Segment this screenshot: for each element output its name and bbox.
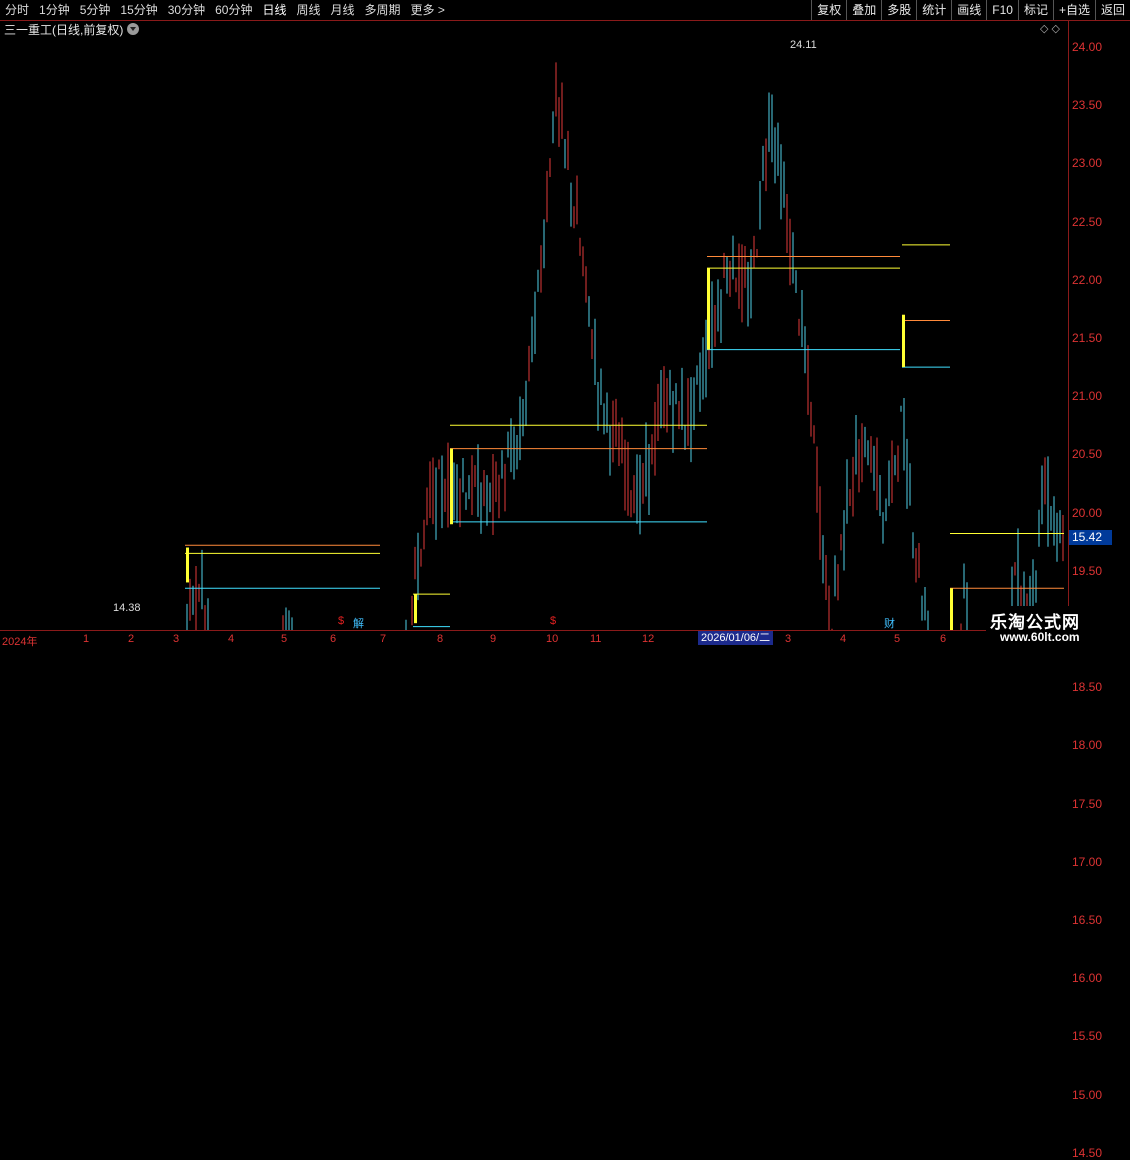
toolbar-button[interactable]: 多股 xyxy=(881,0,916,20)
time-tick-label: 10 xyxy=(546,633,559,645)
period-tab[interactable]: 5分钟 xyxy=(75,0,116,20)
breakout-bar xyxy=(902,314,905,368)
time-tick-label: 6 xyxy=(940,633,947,645)
period-tab[interactable]: 日线 xyxy=(257,0,291,20)
time-tick-label: 5 xyxy=(894,633,901,645)
price-tick-label: 22.00 xyxy=(1072,272,1103,287)
price-tick-label: 16.00 xyxy=(1072,971,1103,986)
toolbar-button[interactable]: 画线 xyxy=(951,0,986,20)
event-marker[interactable]: 财 xyxy=(884,615,895,631)
price-tick-label: 18.00 xyxy=(1072,738,1103,753)
price-tick-label: 16.50 xyxy=(1072,913,1103,927)
time-tick-label: 1 xyxy=(83,633,90,645)
period-toolbar: 分时 1分钟 5分钟 15分钟 30分钟 60分钟 日线 周线 月线 多周期 更多 > 复权 叠加 多股… xyxy=(0,0,1130,21)
event-marker[interactable]: 解 xyxy=(353,615,364,631)
price-tick-label: 23.50 xyxy=(1072,98,1103,113)
period-tab[interactable]: 30分钟 xyxy=(163,0,210,20)
price-tick-label: 24.00 xyxy=(1072,40,1103,54)
time-tick-label: 2024年 xyxy=(2,636,38,648)
period-tab[interactable]: 分时 xyxy=(0,0,34,20)
time-tick-label: 6 xyxy=(330,633,337,645)
breakout-bar xyxy=(186,547,189,583)
price-tick-label: 20.00 xyxy=(1072,505,1103,520)
time-tick-label: 7 xyxy=(380,633,387,645)
breakout-bar xyxy=(707,268,710,350)
period-tabs: 分时 1分钟 5分钟 15分钟 30分钟 60分钟 日线 周线 月线 多周期 更多 > xyxy=(0,0,450,20)
toolbar-button[interactable]: 叠加 xyxy=(846,0,881,20)
kline-chart[interactable] xyxy=(0,20,1068,630)
toolbar-button[interactable]: 标记 xyxy=(1017,0,1053,20)
toolbar-buttons: 复权 叠加 多股 统计 画线 F10 标记 +自选 返回 xyxy=(811,0,1130,20)
time-tick-label: 8 xyxy=(437,633,444,645)
time-tick-label: 12 xyxy=(642,633,655,645)
period-tab[interactable]: 周线 xyxy=(291,0,325,20)
breakout-bar xyxy=(450,448,453,525)
period-tab[interactable]: 60分钟 xyxy=(210,0,257,20)
time-tick-label: 4 xyxy=(840,633,847,645)
time-tick-label: 3 xyxy=(173,633,180,645)
price-tick-label: 15.00 xyxy=(1072,1087,1103,1102)
current-price-badge: 15.42 xyxy=(1069,530,1112,545)
date-cursor-label: 2026/01/06/二 xyxy=(698,631,774,645)
watermark: 乐淘公式网 www.60lt.com xyxy=(986,606,1130,650)
price-tick-label: 21.50 xyxy=(1072,331,1103,345)
high-price-label: 24.11 xyxy=(790,39,817,51)
toolbar-button[interactable]: 统计 xyxy=(916,0,951,20)
price-tick-label: 15.50 xyxy=(1072,1029,1103,1044)
period-tab[interactable]: 1分钟 xyxy=(34,0,75,20)
price-tick-label: 19.50 xyxy=(1072,563,1103,578)
toolbar-button[interactable]: 返回 xyxy=(1094,0,1130,20)
time-tick-label: 9 xyxy=(490,633,497,645)
time-tick-label: 3 xyxy=(785,633,792,645)
price-tick-label: 17.50 xyxy=(1072,796,1103,811)
period-tab[interactable]: 15分钟 xyxy=(115,0,162,20)
time-tick-label: 5 xyxy=(281,633,288,645)
low-price-label: 14.38 xyxy=(113,602,141,614)
breakout-bar xyxy=(950,588,953,630)
price-tick-label: 22.50 xyxy=(1072,214,1103,229)
event-marker[interactable]: $ xyxy=(550,615,556,627)
price-tick-label: 18.50 xyxy=(1072,680,1103,695)
price-tick-label: 21.00 xyxy=(1072,389,1103,404)
toolbar-button[interactable]: +自选 xyxy=(1052,0,1095,20)
toolbar-button[interactable]: 复权 xyxy=(811,0,846,20)
time-tick-label: 4 xyxy=(228,633,235,645)
price-tick-label: 23.00 xyxy=(1072,156,1103,171)
watermark-url: www.60lt.com xyxy=(1000,630,1080,644)
time-tick-label: 11 xyxy=(590,633,602,645)
period-tab[interactable]: 月线 xyxy=(326,0,360,20)
period-tab[interactable]: 更多 > xyxy=(406,0,450,20)
price-tick-label: 20.50 xyxy=(1072,447,1103,462)
event-marker[interactable]: $ xyxy=(338,615,344,627)
toolbar-button[interactable]: F10 xyxy=(986,0,1018,20)
time-tick-label: 2 xyxy=(128,633,135,645)
breakout-bar xyxy=(414,594,417,624)
price-tick-label: 17.00 xyxy=(1072,854,1103,869)
period-tab[interactable]: 多周期 xyxy=(360,0,406,20)
time-axis: 2024年 1 2 3 4 5 6 7 8 9 10 11 12 3 4 5 6 xyxy=(0,630,1068,651)
price-tick-label: 14.50 xyxy=(1072,1145,1103,1160)
